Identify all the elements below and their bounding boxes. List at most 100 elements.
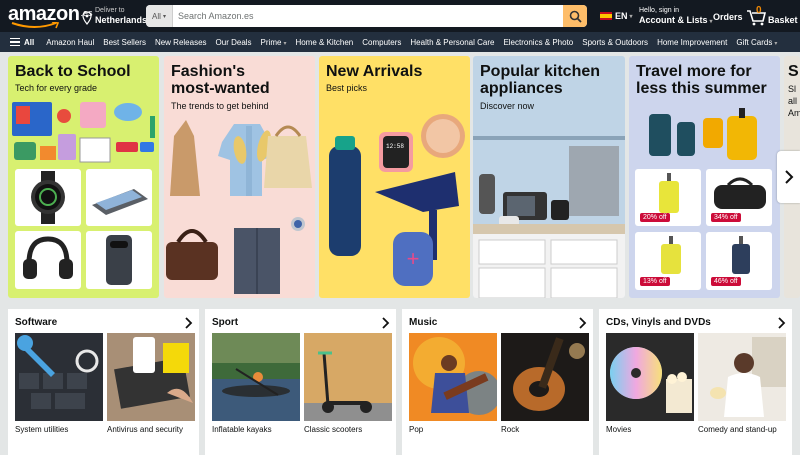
search-category-select[interactable]: All ▾ xyxy=(146,5,173,27)
discount-badge: 46% off xyxy=(711,277,741,286)
location-pin-icon xyxy=(82,11,92,25)
search-icon xyxy=(569,10,582,23)
category-title: Music xyxy=(409,317,438,328)
card-subtitle: Best picks xyxy=(326,83,368,93)
classic-scooters-image[interactable] xyxy=(304,333,392,421)
nav-item-home-improvement[interactable]: Home Improvement xyxy=(657,38,727,47)
nav-item-computers[interactable]: Computers xyxy=(362,38,401,47)
category-card-software[interactable]: Software System utilities Antivirus and … xyxy=(8,309,199,455)
discount-badge: 20% off xyxy=(640,213,670,222)
category-title: Software xyxy=(15,317,58,328)
dropdown-caret-icon: ▾ xyxy=(774,40,778,47)
product-tile-smartwatch[interactable] xyxy=(15,169,81,226)
all-menu-button[interactable]: All xyxy=(0,38,34,47)
phone-image xyxy=(106,235,132,285)
nav-item-new-releases[interactable]: New Releases xyxy=(155,38,207,47)
dropdown-caret-icon: ▾ xyxy=(162,13,166,20)
orders-link[interactable]: Orders xyxy=(713,12,743,22)
product-tile-yellow-trolley[interactable]: 13% off xyxy=(635,232,701,290)
headset-image xyxy=(23,236,73,279)
chevron-right-icon xyxy=(185,317,193,329)
hero-card-back-to-school[interactable]: Back to School Tech for every grade xyxy=(8,56,159,298)
nav-item-prime[interactable]: Prime ▾ xyxy=(261,38,287,47)
kitchen-illustration xyxy=(473,136,625,298)
category-item-label[interactable]: Pop xyxy=(409,425,423,434)
hero-card-kitchen[interactable]: Popular kitchen appliances Discover now xyxy=(473,56,625,298)
system-utilities-image[interactable] xyxy=(15,333,103,421)
carousel-next-button[interactable] xyxy=(777,151,800,203)
category-title: Sport xyxy=(212,317,239,328)
hero-card-travel[interactable]: Travel more for less this summer 20% off … xyxy=(629,56,780,298)
category-item-label[interactable]: System utilities xyxy=(15,425,68,434)
category-item-label[interactable]: Rock xyxy=(501,425,519,434)
tablet-image xyxy=(92,189,148,215)
nav-item-health[interactable]: Health & Personal Care xyxy=(410,38,494,47)
card-subtitle: Discover now xyxy=(480,101,535,111)
account-menu[interactable]: Hello, sign in Account & Lists ▾ xyxy=(639,7,713,28)
category-card-sport[interactable]: Sport Inflatable kayaks Classic scooters xyxy=(205,309,396,455)
category-card-cds-vinyls-dvds[interactable]: CDs, Vinyls and DVDs Movies Comedy and s… xyxy=(599,309,792,455)
cart-count: 0 xyxy=(756,5,762,16)
product-tile-headset[interactable] xyxy=(15,231,81,289)
chevron-right-icon xyxy=(778,317,786,329)
card-title: Popular kitchen appliances xyxy=(480,63,601,97)
nav-item-best-sellers[interactable]: Best Sellers xyxy=(103,38,146,47)
card-title: Back to School xyxy=(15,63,131,80)
new-arrivals-illustration: + xyxy=(329,114,465,286)
card-title: New Arrivals xyxy=(326,63,423,80)
search-button[interactable] xyxy=(563,5,587,27)
smartwatch-image xyxy=(31,171,65,224)
product-tile-tablet[interactable] xyxy=(86,169,152,226)
category-card-music[interactable]: Music Pop Rock xyxy=(402,309,593,455)
discount-badge: 34% off xyxy=(711,213,741,222)
chevron-right-icon xyxy=(382,317,390,329)
luggage-illustration xyxy=(649,108,757,160)
hero-card-new-arrivals[interactable]: New Arrivals Best picks + 12:58 xyxy=(319,56,470,298)
card-subtitle: The trends to get behind xyxy=(171,101,269,111)
category-title: CDs, Vinyls and DVDs xyxy=(606,317,711,328)
search-bar: All ▾ xyxy=(146,5,587,27)
category-item-label[interactable]: Movies xyxy=(606,425,631,434)
chevron-right-icon xyxy=(579,317,587,329)
top-header: amazon .es Deliver to Netherlands All▾ E… xyxy=(0,0,800,32)
category-item-label[interactable]: Comedy and stand-up xyxy=(698,425,777,434)
inflatable-kayaks-image[interactable] xyxy=(212,333,300,421)
svg-text:+: + xyxy=(407,246,420,271)
category-item-label[interactable]: Classic scooters xyxy=(304,425,362,434)
category-item-label[interactable]: Inflatable kayaks xyxy=(212,425,272,434)
watch-time: 12:58 xyxy=(385,143,404,150)
dropdown-caret-icon: ▾ xyxy=(283,40,287,47)
school-supplies-illustration xyxy=(12,102,155,163)
nav-item-gift-cards[interactable]: Gift Cards ▾ xyxy=(736,38,777,47)
nav-item-home-kitchen[interactable]: Home & Kitchen xyxy=(295,38,353,47)
spain-flag-icon xyxy=(600,12,612,20)
product-tile-duffel-bag[interactable]: 34% off xyxy=(706,169,772,226)
nav-item-our-deals[interactable]: Our Deals xyxy=(216,38,252,47)
product-tile-navy-trolley[interactable]: 46% off xyxy=(706,232,772,290)
smile-icon xyxy=(11,22,60,29)
pop-music-image[interactable] xyxy=(409,333,497,421)
hamburger-icon xyxy=(10,38,20,46)
hero-card-fashion[interactable]: Fashion's most-wanted The trends to get b… xyxy=(164,56,315,298)
nav-item-amazon-haul[interactable]: Amazon Haul xyxy=(46,38,94,47)
product-tile-phone[interactable] xyxy=(86,231,152,289)
card-title: Fashion's most-wanted xyxy=(171,63,270,97)
product-tile-yellow-suitcase[interactable]: 20% off xyxy=(635,169,701,226)
dropdown-caret-icon: ▾ xyxy=(629,13,633,20)
deliver-to[interactable]: Deliver to Netherlands xyxy=(82,7,147,25)
discount-badge: 13% off xyxy=(640,277,670,286)
rock-music-image[interactable] xyxy=(501,333,589,421)
search-input[interactable] xyxy=(173,5,563,27)
card-title: Travel more for less this summer xyxy=(636,63,767,97)
cart-button[interactable]: 0 Basket xyxy=(746,5,798,26)
nav-item-electronics[interactable]: Electronics & Photo xyxy=(503,38,573,47)
card-subtitle: Tech for every grade xyxy=(15,83,98,93)
antivirus-image[interactable] xyxy=(107,333,195,421)
language-selector[interactable]: EN ▾ xyxy=(600,11,633,21)
nav-bar: All Amazon Haul Best Sellers New Release… xyxy=(0,32,800,52)
movies-image[interactable] xyxy=(606,333,694,421)
comedy-image[interactable] xyxy=(698,333,786,421)
category-item-label[interactable]: Antivirus and security xyxy=(107,425,183,434)
nav-item-sports[interactable]: Sports & Outdoors xyxy=(582,38,648,47)
amazon-logo[interactable]: amazon .es xyxy=(8,4,92,29)
